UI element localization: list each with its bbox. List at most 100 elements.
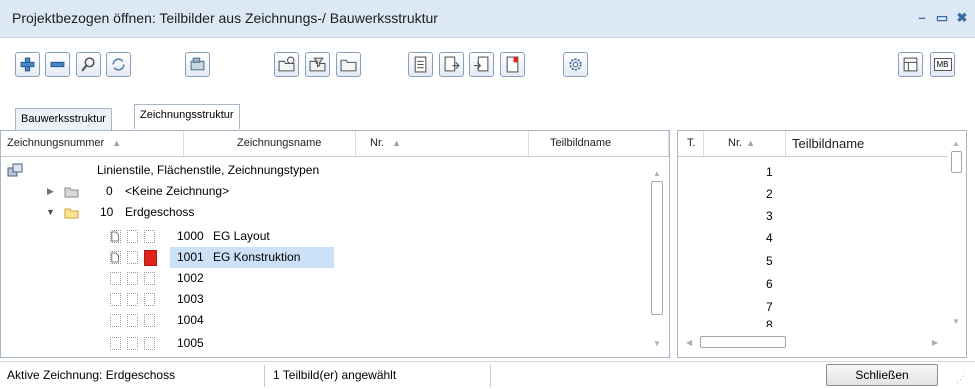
minus-icon [50,61,65,68]
status-box[interactable] [144,293,155,306]
document-import-button[interactable] [469,52,494,77]
status-box[interactable] [127,314,138,327]
status-box[interactable] [144,272,155,285]
drawing-item-row[interactable]: 1005 [1,333,651,354]
folder-row[interactable]: ▼ 10 Erdgeschoss [1,202,651,223]
document-export-icon [444,56,460,72]
scroll-down-icon[interactable]: ▼ [952,317,960,326]
scroll-left-icon[interactable]: ◀ [686,338,692,347]
status-box[interactable] [127,337,138,350]
column-teilbildname[interactable]: Teilbildname [529,131,669,156]
settings-button[interactable] [563,52,588,77]
open-folder-add-button[interactable] [274,52,299,77]
column-nr[interactable]: Nr. ▲ [704,131,786,156]
open-folder-filter-button[interactable] [305,52,330,77]
layer-number: 3 [766,209,773,223]
status-box[interactable] [110,272,121,285]
folder-filter-icon [309,57,326,72]
scroll-right-icon[interactable]: ▶ [932,338,938,347]
column-label: Nr. [370,137,385,149]
document-export-button[interactable] [439,52,464,77]
drawing-item-row[interactable]: 1000 EG Layout [1,226,651,247]
column-zeichnungsnummer[interactable]: Zeichnungsnummer ▲ [1,131,184,156]
status-box[interactable] [127,293,138,306]
gear-icon [569,58,582,71]
scroll-thumb[interactable] [651,181,663,315]
drawing-structure-tree: Zeichnungsnummer ▲ Zeichnungsname Nr. ▲ Te… [0,130,670,358]
active-drawing-status: Aktive Zeichnung: Erdgeschoss [7,368,176,382]
layer-row[interactable]: 6 [678,274,948,295]
drawing-item-row-selected[interactable]: 1001 EG Konstruktion [1,247,651,268]
status-box[interactable] [144,230,155,243]
drawing-item-row[interactable]: 1002 [1,268,651,289]
status-box[interactable] [144,337,155,350]
column-t[interactable]: T. [678,131,704,156]
tree-root-row[interactable]: Linienstile, Flächenstile, Zeichnungstyp… [1,160,651,181]
window-title: Projektbezogen öffnen: Teilbilder aus Ze… [12,10,438,26]
structure-view-icon [903,57,918,72]
folder-add-icon [278,56,295,72]
close-icon[interactable]: ✖ [952,8,972,28]
structure-view-button[interactable] [898,52,923,77]
column-zeichnungsname[interactable]: Zeichnungsname [184,131,356,156]
close-button[interactable]: Schließen [826,364,938,386]
right-vertical-scrollbar[interactable]: ▲ ▼ [948,133,964,331]
tab-bauwerksstruktur[interactable]: Bauwerksstruktur [15,108,112,130]
expand-all-button[interactable] [15,52,40,77]
maximize-icon[interactable]: ▭ [932,8,952,28]
status-box[interactable] [144,314,155,327]
refresh-button[interactable] [106,52,131,77]
mb-button[interactable]: MB [930,52,955,77]
search-button[interactable] [76,52,101,77]
active-drawing-marker-icon[interactable] [144,250,157,266]
resize-grip-icon[interactable]: ⋰ [956,374,965,385]
drawing-item-row[interactable]: 1004 [1,310,651,331]
status-box[interactable] [110,293,121,306]
document-status-icon[interactable] [110,251,121,264]
layer-row[interactable]: 2 [678,184,948,205]
layer-row[interactable]: 4 [678,228,948,249]
status-box[interactable] [127,230,138,243]
document-list-button[interactable] [408,52,433,77]
layer-row[interactable]: 7 [678,297,948,318]
status-box[interactable] [110,337,121,350]
status-box[interactable] [127,272,138,285]
folder-open-icon [340,59,357,72]
collapse-arrow-icon[interactable]: ▼ [46,202,55,223]
layer-row[interactable]: 5 [678,251,948,272]
document-icon [414,56,427,73]
open-folder-button[interactable] [336,52,361,77]
collapse-all-button[interactable] [45,52,70,77]
document-status-icon[interactable] [110,230,121,243]
right-horizontal-scrollbar[interactable]: ◀ ▶ [680,331,948,355]
layer-row[interactable]: 1 [678,162,948,183]
minimize-icon[interactable]: – [912,8,932,28]
status-bar: Aktive Zeichnung: Erdgeschoss 1 Teilbild… [0,361,975,389]
expand-arrow-icon[interactable]: ▶ [47,181,54,202]
structure-button[interactable] [185,52,210,77]
layer-row[interactable]: 8 [678,317,948,327]
document-red-button[interactable] [500,52,525,77]
scroll-up-icon[interactable]: ▲ [653,169,661,178]
column-teilbildname[interactable]: Teilbildname [786,131,948,156]
status-box[interactable] [127,251,138,264]
root-label: Linienstile, Flächenstile, Zeichnungstyp… [97,163,320,177]
left-vertical-scrollbar[interactable]: ▲ ▼ [649,161,665,357]
right-table-header: T. Nr. ▲ Teilbildname [678,131,948,157]
drawing-item-row[interactable]: 1003 [1,289,651,310]
scroll-up-icon[interactable]: ▲ [952,139,960,148]
tab-zeichnungsstruktur[interactable]: Zeichnungsstruktur [134,104,240,129]
scroll-thumb[interactable] [951,151,962,173]
sort-ascending-icon: ▲ [392,138,401,148]
scroll-down-icon[interactable]: ▼ [653,339,661,348]
item-name: EG Layout [213,229,270,243]
scroll-thumb[interactable] [700,336,786,348]
sort-ascending-icon: ▲ [746,138,755,148]
layer-number: 4 [766,231,773,245]
document-import-icon [474,56,489,72]
folder-row[interactable]: ▶ 0 <Keine Zeichnung> [1,181,651,202]
status-box[interactable] [110,314,121,327]
layer-row[interactable]: 3 [678,206,948,227]
layer-number: 6 [766,277,773,291]
column-nr[interactable]: Nr. ▲ [356,131,529,156]
